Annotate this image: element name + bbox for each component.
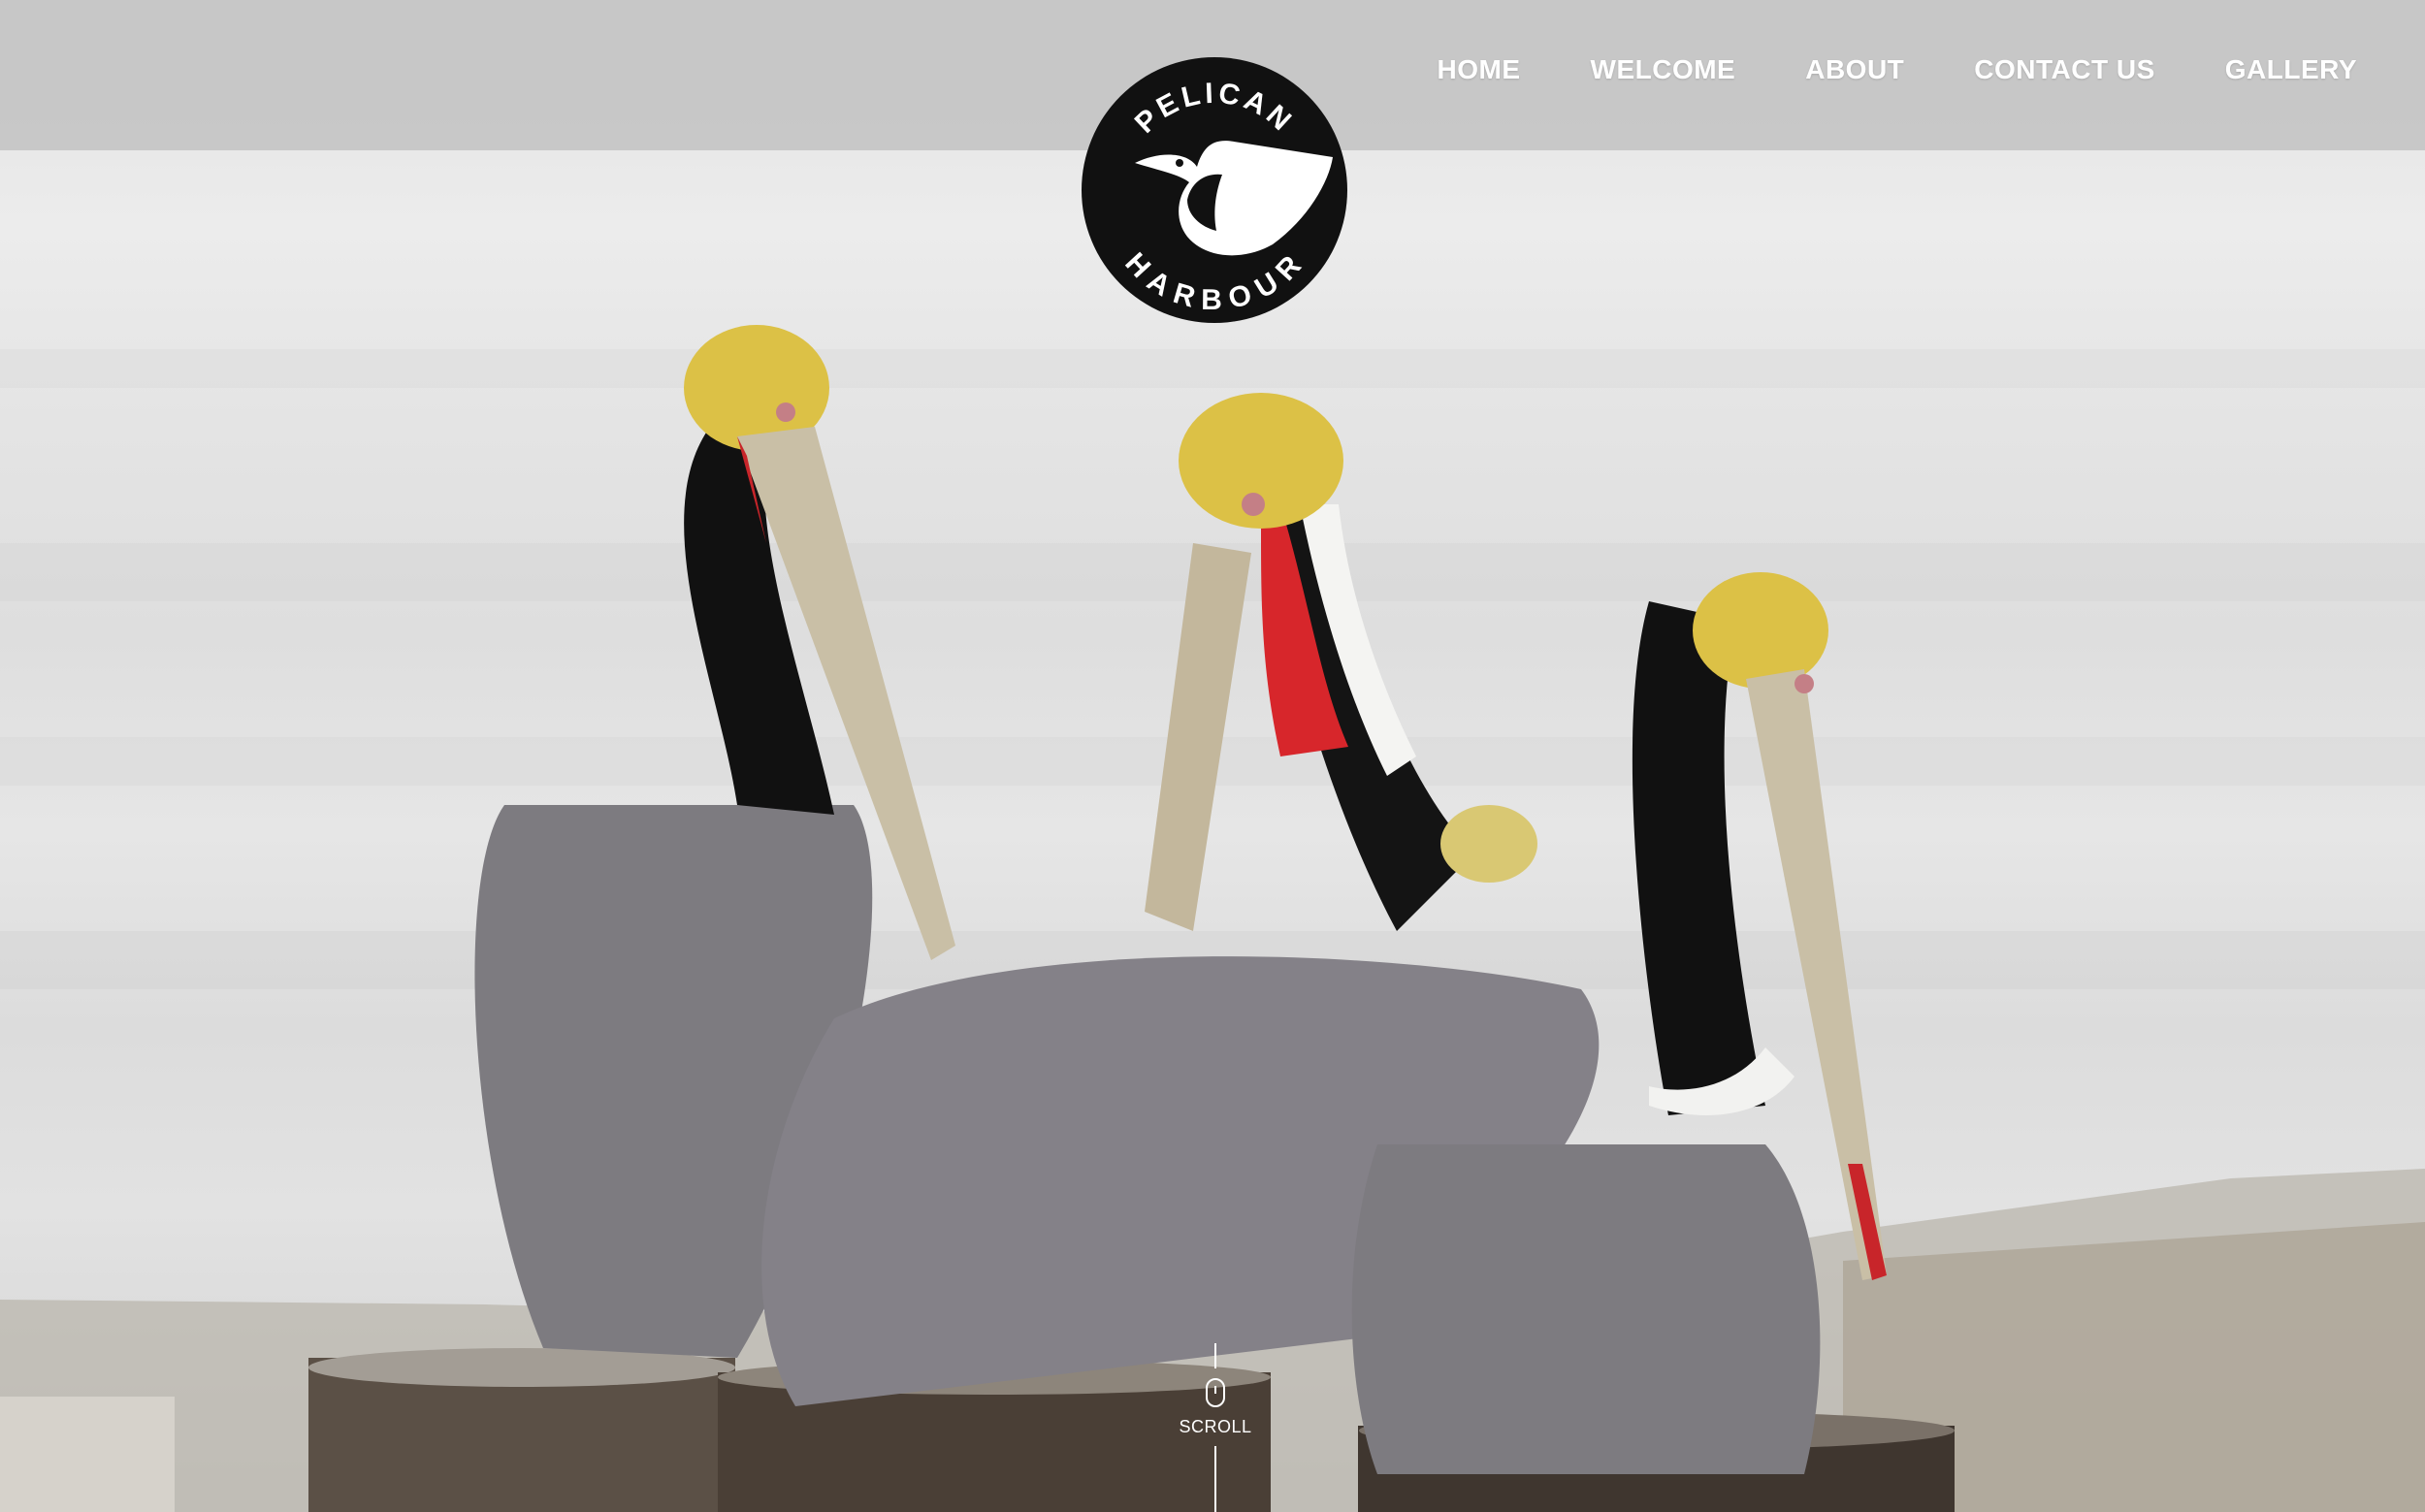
nav-welcome[interactable]: WELCOME — [1591, 54, 1736, 85]
nav-contact-us[interactable]: CONTACT US — [1974, 54, 2154, 85]
scroll-indicator[interactable]: SCROLL — [1179, 1343, 1252, 1512]
mouse-icon — [1206, 1378, 1225, 1407]
nav-gallery[interactable]: GALLERY — [2225, 54, 2357, 85]
scroll-line-bottom — [1214, 1446, 1216, 1512]
main-nav: HOME WELCOME ABOUT CONTACT US GALLERY — [1438, 0, 2357, 150]
pelican-harbour-logo[interactable]: PELICAN HARBOUR — [1079, 54, 1350, 326]
nav-home[interactable]: HOME — [1438, 54, 1521, 85]
page: HOME WELCOME ABOUT CONTACT US GALLERY PE… — [0, 0, 2425, 1512]
scroll-label: SCROLL — [1179, 1417, 1252, 1436]
nav-about[interactable]: ABOUT — [1805, 54, 1904, 85]
pelican-logo-icon: PELICAN HARBOUR — [1082, 57, 1347, 323]
scroll-line-top — [1214, 1343, 1216, 1368]
